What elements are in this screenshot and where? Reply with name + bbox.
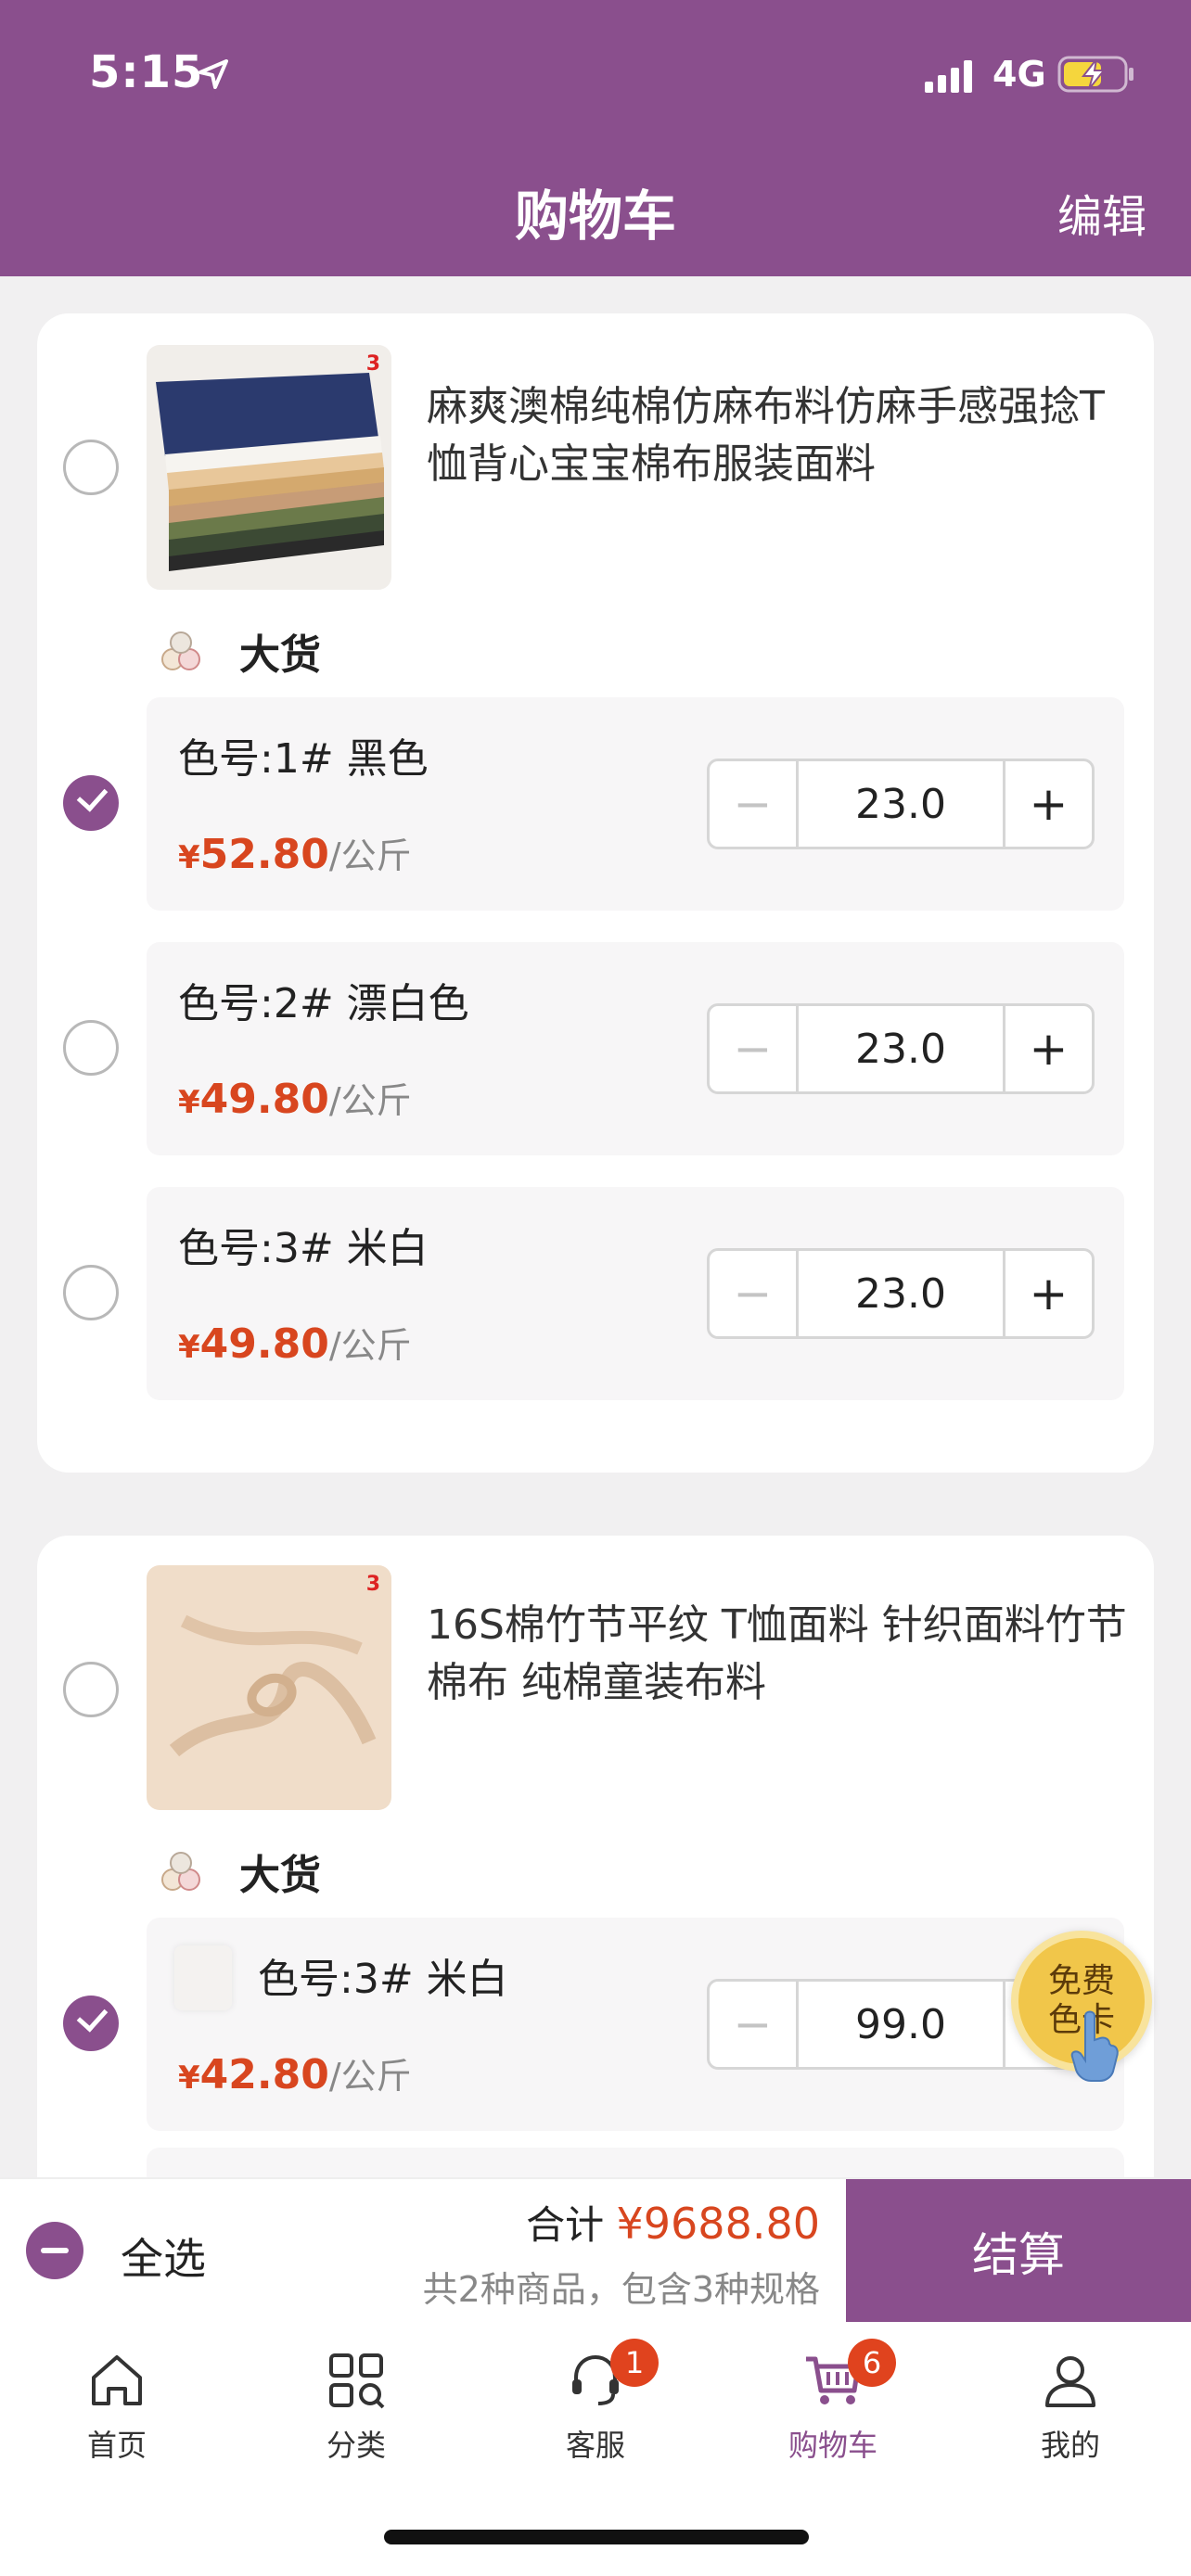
quantity-stepper: − 23.0 +	[707, 1248, 1095, 1339]
sku-price: ¥42.80/公斤	[178, 2051, 412, 2098]
sku-select-radio[interactable]	[63, 1996, 119, 2051]
sku-price: ¥49.80/公斤	[178, 1320, 412, 1368]
page-title: 购物车	[514, 185, 676, 248]
network-type: 4G	[992, 54, 1046, 95]
sku-select-radio[interactable]	[63, 1265, 119, 1320]
product-select-radio[interactable]	[63, 440, 119, 495]
tab-label: 我的	[1040, 2428, 1100, 2463]
category-icon	[329, 2353, 385, 2409]
sku-price: ¥52.80/公斤	[178, 831, 412, 878]
cart-summary: 共2种商品，包含3种规格	[422, 2269, 820, 2310]
sku-name: 色号:1# 黑色	[178, 735, 429, 783]
sku-price: ¥49.80/公斤	[178, 1076, 412, 1123]
home-indicator	[384, 2530, 809, 2544]
sku-select-radio[interactable]	[63, 1020, 119, 1076]
tab-label: 首页	[86, 2428, 147, 2463]
tag-label: 大货	[239, 1852, 321, 1899]
cart-product-card: 3 麻爽澳棉纯棉仿麻布料仿麻手感强捻T恤背心宝宝棉布服装面料 大货 色号:1# …	[37, 313, 1154, 1473]
sku-row: 色号:3# 米白 ¥49.80/公斤 − 23.0 +	[147, 1187, 1124, 1400]
total-amount: ¥9688.80	[616, 2199, 821, 2249]
total-label: 合计	[526, 2202, 605, 2248]
tab-category[interactable]: 分类	[282, 2348, 430, 2465]
tab-profile[interactable]: 我的	[996, 2348, 1145, 2465]
tab-customer-service[interactable]: 1 客服	[521, 2339, 670, 2465]
increase-button[interactable]: +	[1003, 1251, 1092, 1336]
status-time: 5:15	[89, 46, 204, 98]
battery-charging-icon	[1057, 56, 1133, 93]
location-arrow-icon	[198, 59, 228, 89]
decrease-button[interactable]: −	[710, 761, 799, 847]
product-title[interactable]: 麻爽澳棉纯棉仿麻布料仿麻手感强捻T恤背心宝宝棉布服装面料	[427, 378, 1132, 493]
sku-name: 色号:3# 米白	[258, 1956, 508, 2003]
tag-label: 大货	[239, 631, 321, 679]
brand-logo: 3	[365, 1573, 380, 1596]
quantity-stepper: − 23.0 +	[707, 1003, 1095, 1094]
tab-home[interactable]: 首页	[43, 2348, 191, 2465]
product-image[interactable]: 3	[147, 345, 391, 590]
increase-button[interactable]: +	[1003, 761, 1092, 847]
quantity-input[interactable]: 99.0	[799, 1982, 1003, 2067]
cart-count-badge: 6	[848, 2339, 896, 2387]
pointing-hand-icon	[1070, 2010, 1119, 2082]
edit-button[interactable]: 编辑	[1057, 180, 1146, 245]
select-all-label[interactable]: 全选	[121, 2225, 206, 2287]
free-card-line1: 免费	[1047, 1962, 1115, 2000]
decrease-button[interactable]: −	[710, 1982, 799, 2067]
fabric-roll-icon	[161, 631, 200, 670]
checkout-bar: 全选 合计 ¥9688.80 共2种商品，包含3种规格 结算	[0, 2177, 1191, 2324]
decrease-button[interactable]: −	[710, 1006, 799, 1091]
quantity-stepper: − 23.0 +	[707, 759, 1095, 849]
bottom-tab-bar: 首页 分类 1 客服 6 购物车 我的	[0, 2322, 1191, 2576]
sku-name: 色号:3# 米白	[178, 1225, 429, 1272]
quantity-input[interactable]: 23.0	[799, 1251, 1003, 1336]
tab-label: 购物车	[788, 2428, 877, 2463]
sku-select-radio[interactable]	[63, 775, 119, 831]
select-all-toggle-icon[interactable]	[26, 2222, 83, 2279]
product-select-radio[interactable]	[63, 1662, 119, 1717]
sku-row: 色号:2# 漂白色 ¥49.80/公斤 − 23.0 +	[147, 942, 1124, 1155]
home-icon	[92, 2355, 142, 2405]
tab-label: 分类	[326, 2428, 386, 2463]
top-header: 5:15 4G 购物车 编辑	[0, 0, 1191, 276]
brand-logo: 3	[365, 352, 380, 376]
fabric-roll-icon	[161, 1852, 200, 1891]
sku-name: 色号:2# 漂白色	[178, 980, 469, 1027]
product-title[interactable]: 16S棉竹节平纹 T恤面料 针织面料竹节棉布 纯棉童装布料	[427, 1597, 1132, 1712]
checkout-button[interactable]: 结算	[846, 2179, 1191, 2324]
sku-row: 色号:3# 米白 ¥42.80/公斤 − 99.0 +	[147, 1918, 1124, 2131]
sku-row: 色号:1# 黑色 ¥52.80/公斤 − 23.0 +	[147, 697, 1124, 911]
profile-icon	[1045, 2356, 1095, 2407]
status-bar: 5:15 4G	[0, 0, 1191, 148]
quantity-input[interactable]: 23.0	[799, 761, 1003, 847]
fabric-stack-image	[147, 345, 391, 590]
tab-label: 客服	[565, 2428, 625, 2463]
total-line: 合计 ¥9688.80	[526, 2194, 820, 2251]
product-tag: 大货	[158, 623, 321, 679]
increase-button[interactable]: +	[1003, 1006, 1092, 1091]
product-tag: 大货	[158, 1843, 321, 1899]
product-image[interactable]: 3	[147, 1565, 391, 1810]
sku-swatch-image	[174, 1945, 232, 2010]
notification-badge: 1	[610, 2339, 659, 2387]
tab-cart[interactable]: 6 购物车	[759, 2339, 907, 2465]
decrease-button[interactable]: −	[710, 1251, 799, 1336]
quantity-input[interactable]: 23.0	[799, 1006, 1003, 1091]
signal-icon	[925, 60, 972, 93]
fabric-swirl-image	[147, 1565, 391, 1810]
